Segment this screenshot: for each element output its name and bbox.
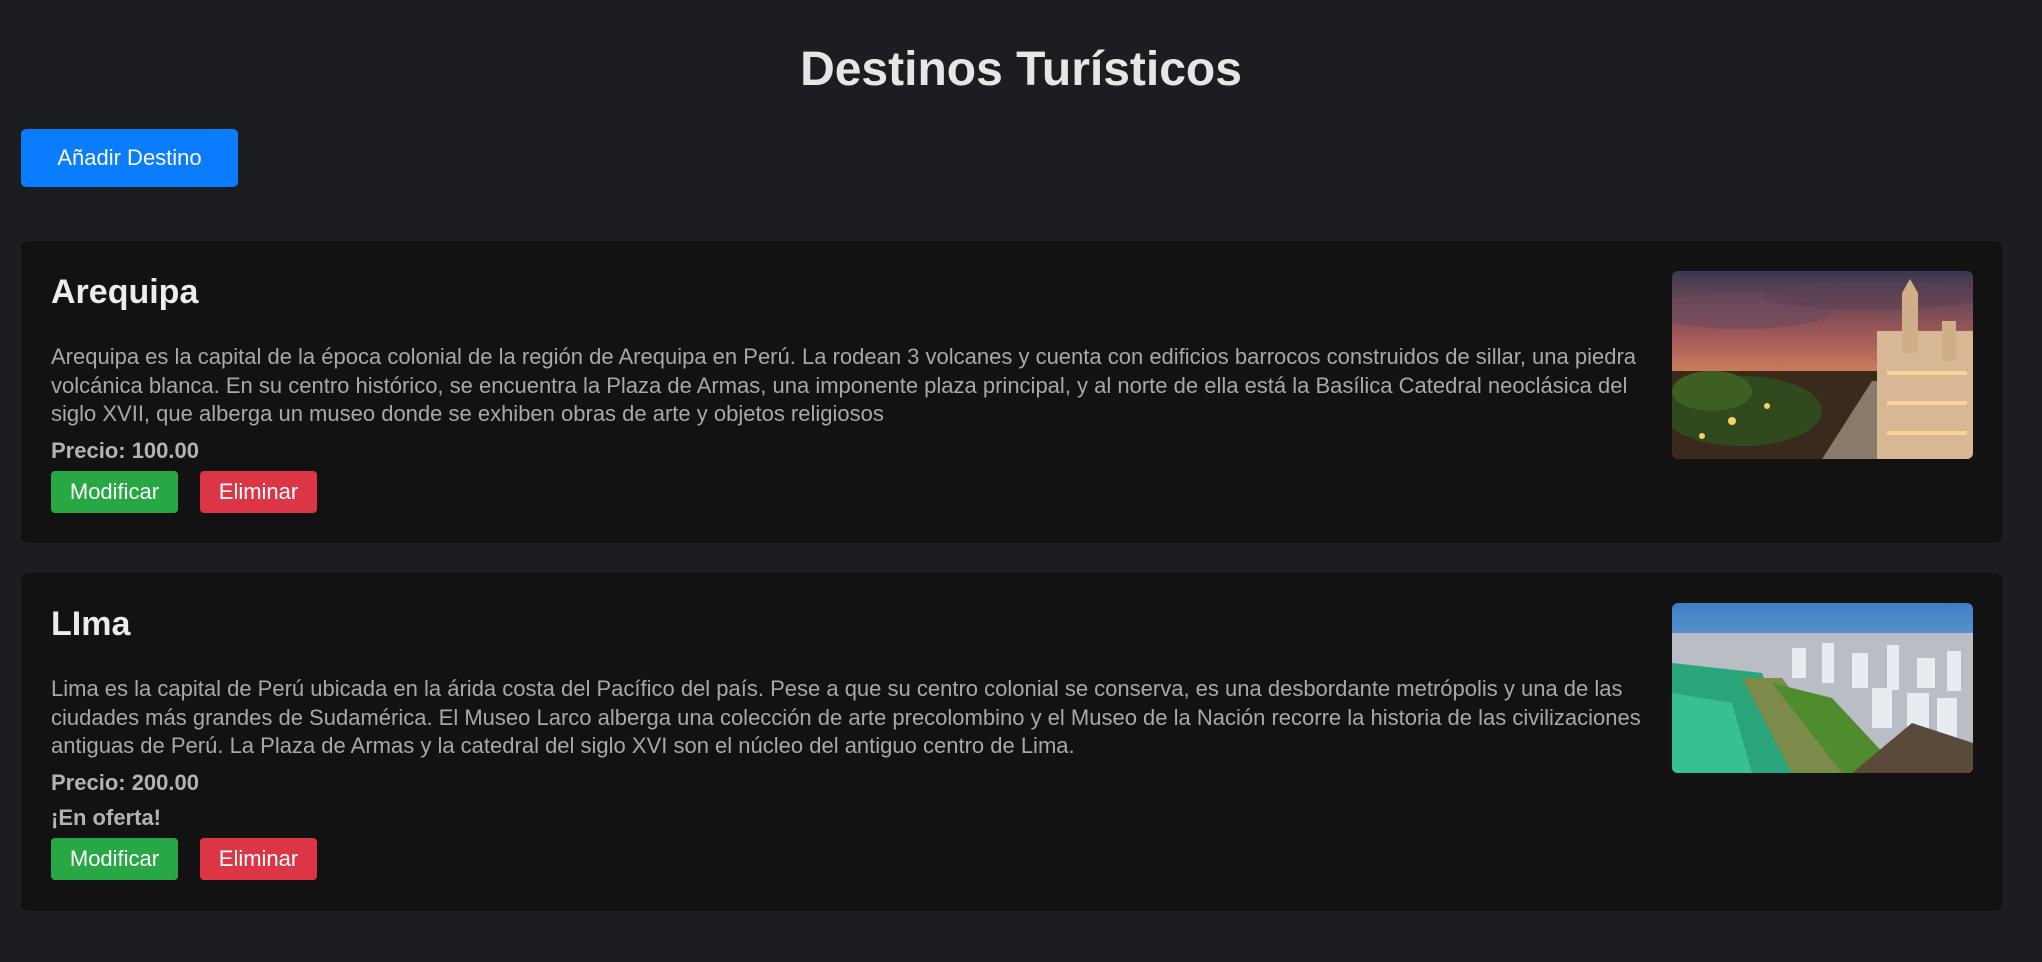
page-title: Destinos Turísticos — [800, 43, 1242, 96]
destination-actions: Modificar Eliminar — [51, 470, 1651, 513]
destination-image — [1672, 271, 1973, 459]
destination-card: Arequipa Arequipa es la capital de la ép… — [21, 241, 2002, 543]
arequipa-photo — [1672, 271, 1973, 459]
delete-button[interactable]: Eliminar — [200, 470, 317, 513]
destination-card: LIma Lima es la capital de Perú ubicada … — [21, 573, 2002, 911]
destination-title: Arequipa — [51, 273, 199, 311]
destination-price: Precio: 100.00 — [51, 437, 199, 463]
delete-button[interactable]: Eliminar — [200, 837, 317, 880]
destination-description: Lima es la capital de Perú ubicada en la… — [51, 676, 1641, 758]
edit-button[interactable]: Modificar — [51, 470, 178, 513]
lima-photo — [1672, 603, 1973, 773]
offer-badge: ¡En oferta! — [51, 804, 161, 830]
destination-actions: Modificar Eliminar — [51, 837, 1651, 880]
destination-image — [1672, 603, 1973, 773]
destination-description: Arequipa es la capital de la época colon… — [51, 344, 1637, 426]
destination-price: Precio: 200.00 — [51, 769, 199, 795]
edit-button[interactable]: Modificar — [51, 837, 178, 880]
destination-card-body: LIma Lima es la capital de Perú ubicada … — [51, 573, 1651, 880]
destination-title: LIma — [51, 605, 131, 643]
destination-card-body: Arequipa Arequipa es la capital de la ép… — [51, 241, 1651, 513]
add-destination-button[interactable]: Añadir Destino — [21, 129, 238, 187]
